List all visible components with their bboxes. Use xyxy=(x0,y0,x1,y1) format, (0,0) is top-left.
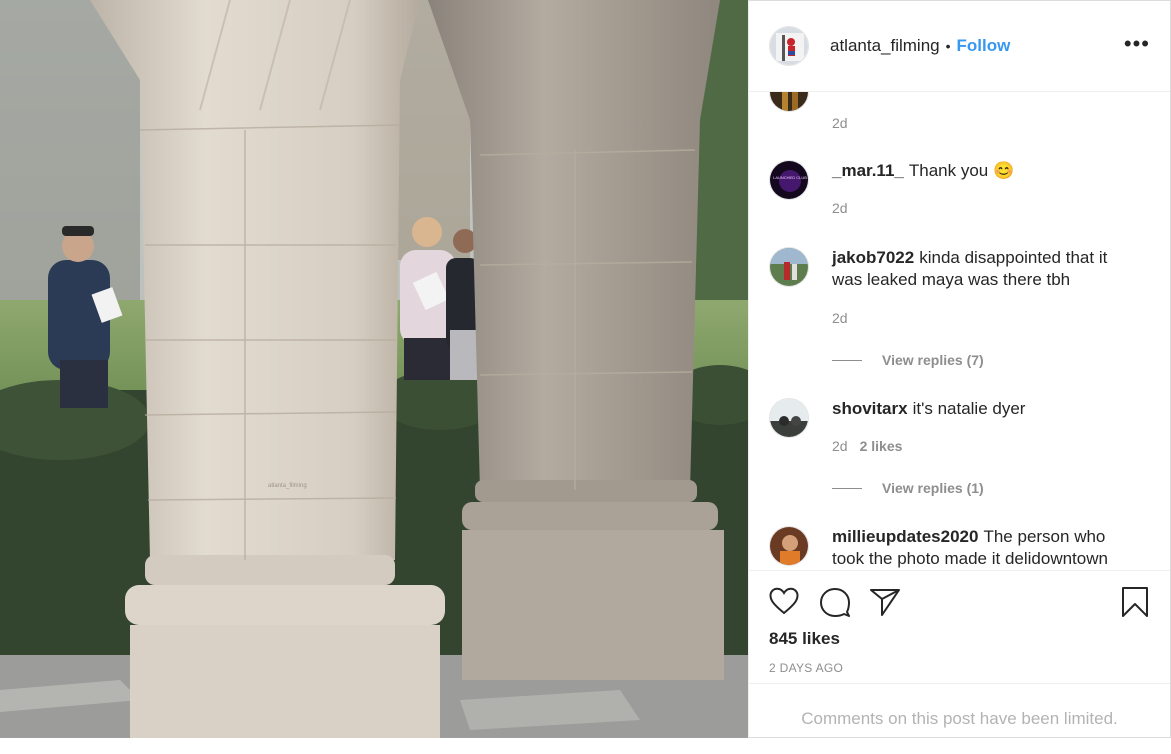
view-replies-label[interactable]: View replies (7) xyxy=(882,352,984,368)
comment-username[interactable]: shovitarx xyxy=(832,399,908,418)
paper-plane-icon[interactable] xyxy=(869,587,901,622)
comments-list[interactable]: 2d LAUNCHED CLUB _mar.11_Thank you 😊 2d xyxy=(749,92,1170,569)
comment-username[interactable]: _mar.11_ xyxy=(832,161,904,180)
comment-meta: 2d 2 likes xyxy=(832,438,902,454)
post-photo-scene: atlanta_filming xyxy=(0,0,748,738)
comment-time: 2d xyxy=(832,438,848,454)
comment-avatar[interactable] xyxy=(769,526,809,566)
comment-avatar[interactable] xyxy=(769,398,809,438)
comment-text: jakob7022 kinda disappointed that it was … xyxy=(832,247,1142,291)
view-replies-button[interactable]: View replies (7) xyxy=(832,352,984,368)
comment-likes[interactable]: 2 likes xyxy=(860,438,903,454)
bookmark-icon[interactable] xyxy=(1120,586,1150,623)
comment-text: millieupdates2020 The person who took the… xyxy=(832,526,1142,569)
post-author-avatar[interactable] xyxy=(769,26,809,66)
replies-divider xyxy=(832,487,862,489)
comment-username[interactable]: jakob7022 xyxy=(832,248,914,267)
comment-text: shovitarx it's natalie dyer xyxy=(832,398,1142,420)
replies-divider xyxy=(832,359,862,361)
post-photo[interactable]: atlanta_filming xyxy=(0,0,748,738)
post-header: atlanta_filming • Follow ••• xyxy=(749,1,1170,92)
comment-time: 2d xyxy=(832,200,848,216)
post-likes-count[interactable]: 845 likes xyxy=(769,629,840,649)
more-options-icon[interactable]: ••• xyxy=(1124,33,1150,55)
comments-limited-notice: Comments on this post have been limited. xyxy=(749,683,1170,738)
view-replies-button[interactable]: View replies (1) xyxy=(832,480,984,496)
comment-body: Thank you 😊 xyxy=(908,161,1015,180)
comment-text: _mar.11_ Thank you 😊 xyxy=(832,160,1142,182)
heart-icon[interactable] xyxy=(769,587,799,620)
comment-avatar[interactable] xyxy=(769,92,809,112)
follow-button[interactable]: Follow xyxy=(957,36,1011,56)
comment-username[interactable]: millieupdates2020 xyxy=(832,527,978,546)
post-timestamp: 2 DAYS AGO xyxy=(769,661,844,675)
comment-bubble-icon[interactable] xyxy=(819,587,851,622)
comment-avatar[interactable] xyxy=(769,247,809,287)
header-separator-dot: • xyxy=(945,38,951,54)
post-author-username[interactable]: atlanta_filming xyxy=(830,36,940,56)
comment-avatar[interactable]: LAUNCHED CLUB xyxy=(769,160,809,200)
post-actions: 845 likes 2 DAYS AGO xyxy=(749,570,1170,683)
image-watermark: atlanta_filming xyxy=(268,483,307,489)
comment-time: 2d xyxy=(832,115,848,131)
post-side-panel: atlanta_filming • Follow ••• 2d LAUNCHED… xyxy=(748,0,1171,738)
avatar-neon-text: LAUNCHED CLUB xyxy=(773,175,807,180)
view-replies-label[interactable]: View replies (1) xyxy=(882,480,984,496)
comment-body: it's natalie dyer xyxy=(912,399,1026,418)
comment-time: 2d xyxy=(832,310,848,326)
